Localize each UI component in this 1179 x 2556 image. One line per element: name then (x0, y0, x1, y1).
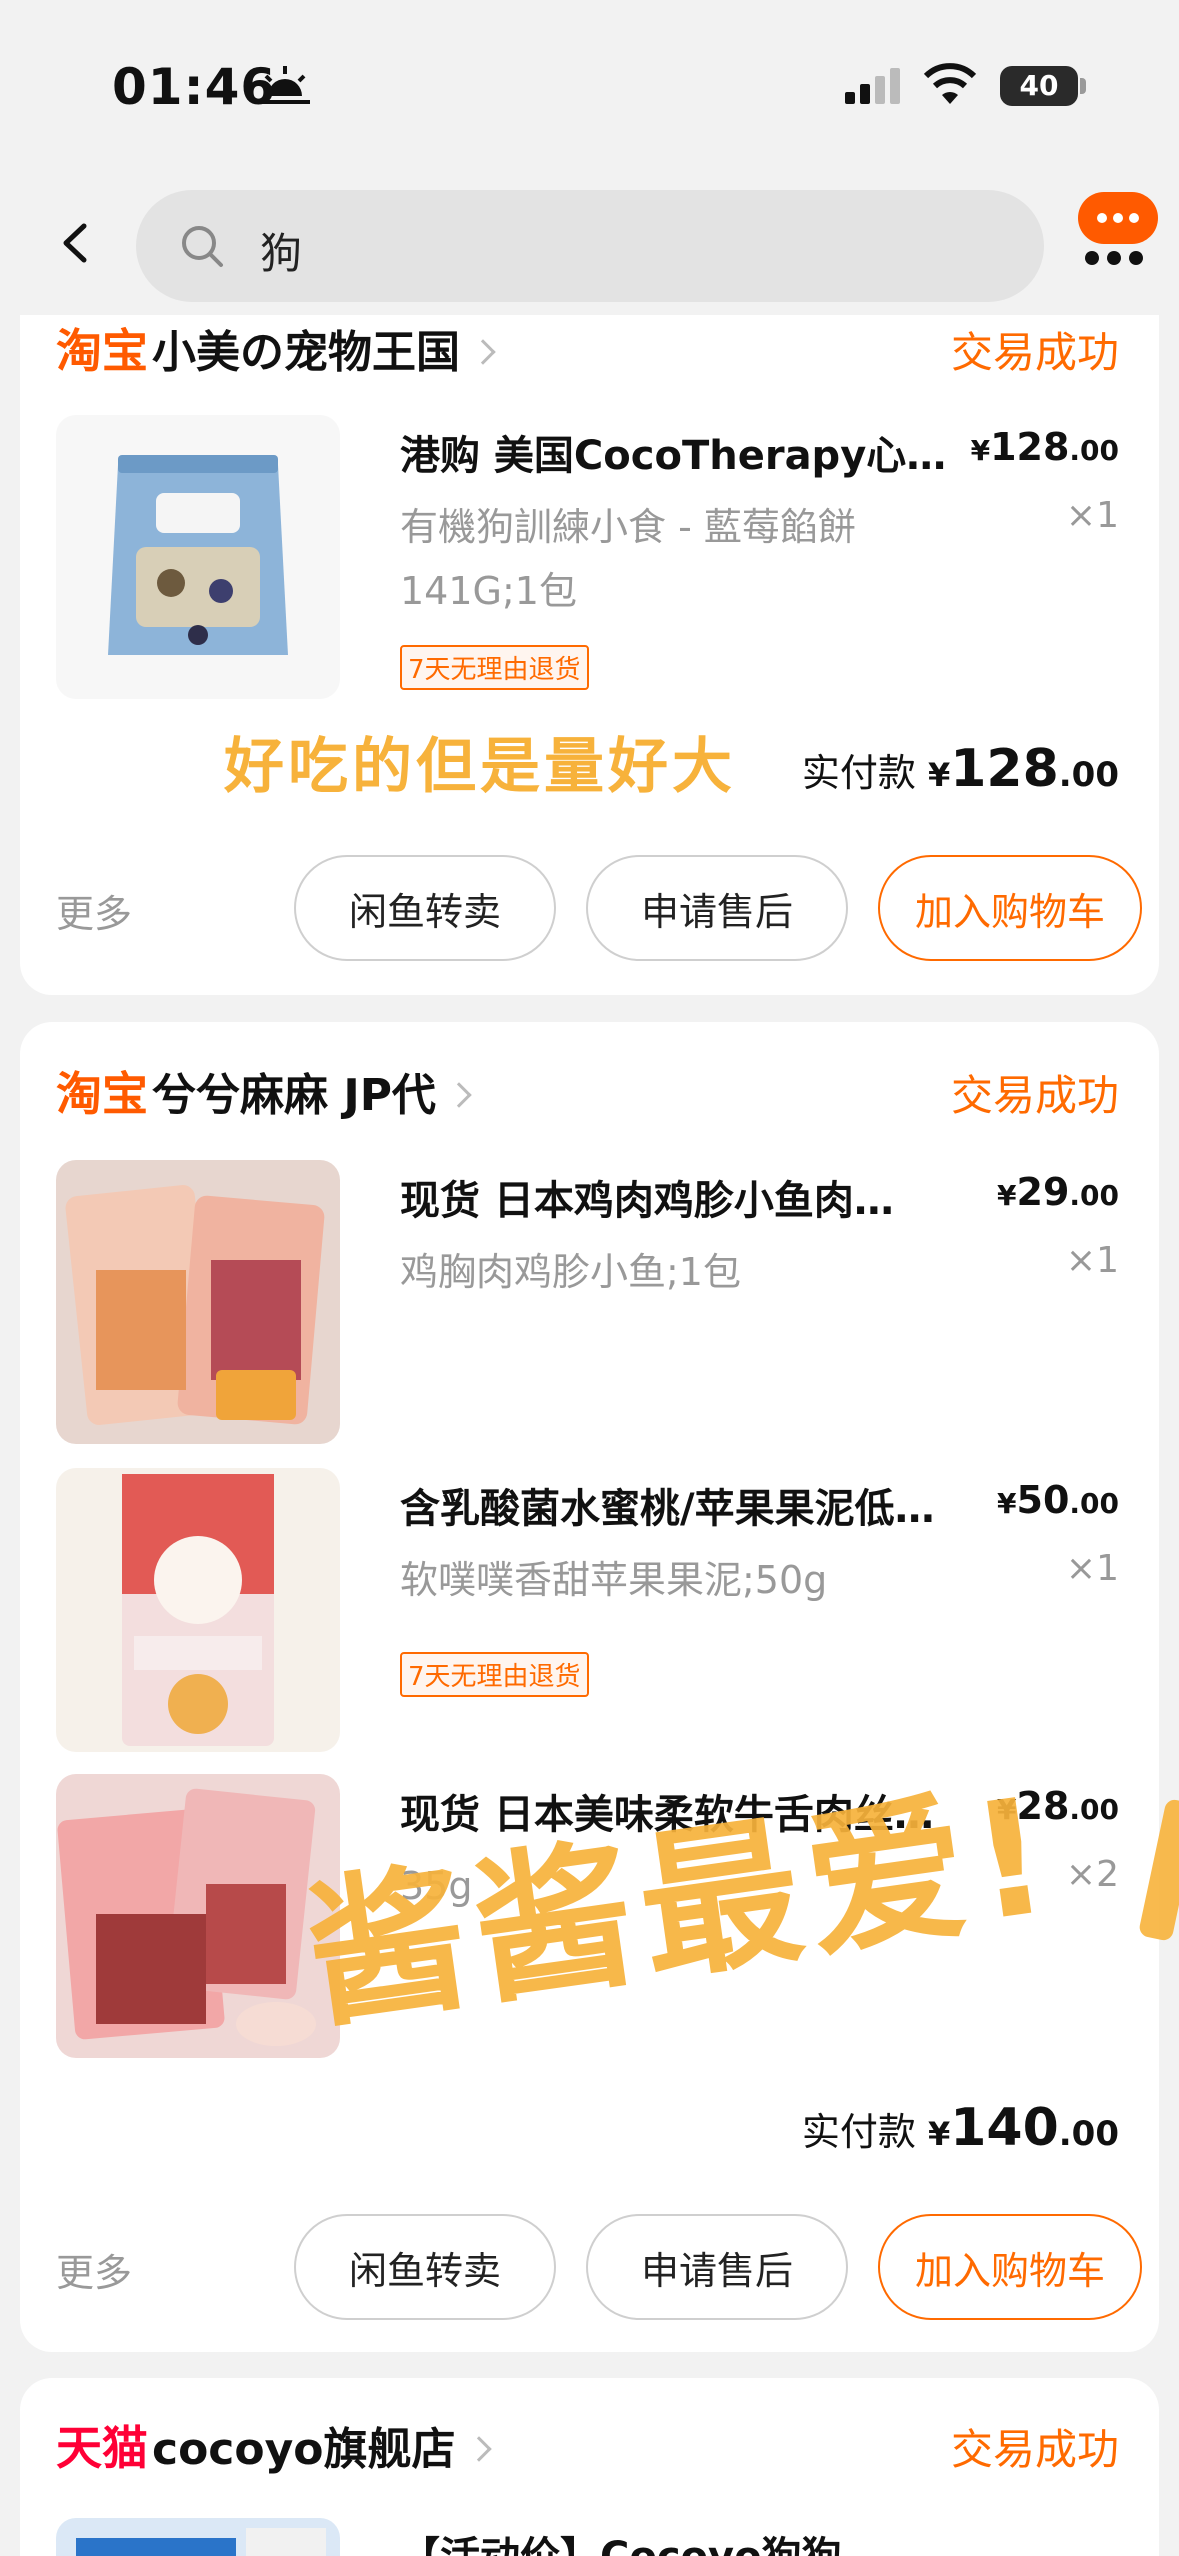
product-image (56, 1774, 340, 2058)
order-status: 交易成功 (950, 1071, 1119, 1120)
product-image (56, 415, 340, 699)
product-title: 【活动价】Cocoyo狗狗尿垫 (400, 2524, 920, 2556)
currency-symbol: ¥ (927, 2115, 951, 2153)
back-arrow-icon[interactable] (52, 218, 102, 268)
order-status: 交易成功 (950, 328, 1119, 377)
price-decimal: .00 (1069, 1179, 1119, 1212)
order-item[interactable]: 【活动价】Cocoyo狗狗尿垫 (56, 2518, 1119, 2556)
order-item[interactable]: 现货 日本鸡肉鸡胗小鱼肉… 鸡胸肉鸡胗小鱼;1包 ¥29.00 ×1 (56, 1160, 1119, 1444)
top-nav-bar: 狗 (0, 170, 1179, 315)
product-title: 含乳酸菌水蜜桃/苹果果泥低… (400, 1486, 935, 1532)
paid-decimal: .00 (1058, 755, 1119, 795)
product-quantity: ×1 (1065, 1548, 1119, 1589)
platform-label: 天猫 (56, 2421, 148, 2475)
chevron-right-icon (470, 339, 496, 365)
price-integer: 128 (990, 425, 1070, 469)
battery-indicator: 40 (1000, 66, 1078, 106)
after-sale-button[interactable]: 申请售后 (586, 855, 848, 961)
product-title: 现货 日本鸡肉鸡胗小鱼肉… (400, 1178, 894, 1224)
paid-decimal: .00 (1058, 2114, 1119, 2154)
more-link[interactable]: 更多 (56, 2242, 132, 2297)
platform-label: 淘宝 (56, 324, 148, 378)
paid-label: 实付款 (801, 2110, 916, 2154)
product-sku: 软噗噗香甜苹果果泥;50g (400, 1558, 828, 1602)
add-to-cart-button[interactable]: 加入购物车 (878, 2214, 1142, 2320)
currency-symbol: ¥ (927, 756, 951, 794)
product-quantity: ×1 (1065, 495, 1119, 536)
sunrise-icon (260, 66, 310, 104)
order-card: 淘宝小美の宠物王国 交易成功 港购 美国CocoTherapy心… 有機狗訓練小… (20, 315, 1159, 995)
price-decimal: .00 (1069, 1487, 1119, 1520)
currency-symbol: ¥ (997, 1179, 1017, 1212)
product-title: 港购 美国CocoTherapy心… (400, 433, 947, 479)
more-link[interactable]: 更多 (56, 883, 132, 938)
resell-button[interactable]: 闲鱼转卖 (294, 2214, 556, 2320)
order-card: 天猫cocoyo旗舰店 交易成功 【活动价】Cocoyo狗狗尿垫 (20, 2378, 1159, 2556)
after-sale-button[interactable]: 申请售后 (586, 2214, 848, 2320)
currency-symbol: ¥ (970, 434, 991, 467)
product-quantity: ×1 (1065, 1240, 1119, 1281)
shop-name: cocoyo旗舰店 (152, 2424, 456, 2475)
order-card: 淘宝兮兮麻麻 JP代 交易成功 现货 日本鸡肉鸡胗小鱼肉… 鸡胸肉鸡胗小鱼;1包… (20, 1022, 1159, 2352)
price-decimal: .00 (1069, 1793, 1119, 1826)
paid-integer: 128 (950, 739, 1059, 799)
status-time: 01:46 (112, 58, 277, 116)
shop-name: 小美の宠物王国 (152, 327, 460, 378)
return-policy-tag: 7天无理由退货 (400, 645, 589, 690)
wifi-icon (923, 63, 977, 104)
currency-symbol: ¥ (997, 1487, 1017, 1520)
platform-label: 淘宝 (56, 1067, 148, 1121)
order-item[interactable]: 港购 美国CocoTherapy心… 有機狗訓練小食 - 藍莓餡餅 141G;1… (56, 415, 1119, 705)
product-price: ¥128.00 (971, 425, 1119, 469)
price-integer: 50 (1016, 1478, 1070, 1522)
order-header[interactable]: 淘宝小美の宠物王国 交易成功 (56, 315, 1119, 385)
price-integer: 29 (1016, 1170, 1070, 1214)
chevron-right-icon (446, 1082, 472, 1108)
overlay-note: 好吃的但是量好大 (224, 732, 736, 802)
order-header[interactable]: 天猫cocoyo旗舰店 交易成功 (56, 2412, 1119, 2482)
product-price: ¥50.00 (997, 1478, 1119, 1522)
product-image (56, 1468, 340, 1752)
order-actions: 更多 闲鱼转卖 申请售后 加入购物车 (56, 855, 1142, 961)
shop-name: 兮兮麻麻 JP代 (152, 1070, 436, 1121)
add-to-cart-button[interactable]: 加入购物车 (878, 855, 1142, 961)
more-menu-icon[interactable] (1070, 180, 1162, 300)
paid-integer: 140 (950, 2098, 1059, 2158)
order-item[interactable]: 含乳酸菌水蜜桃/苹果果泥低… 软噗噗香甜苹果果泥;50g ¥50.00 ×1 7… (56, 1468, 1119, 1752)
battery-tip (1080, 78, 1086, 94)
order-status: 交易成功 (950, 2425, 1119, 2474)
chevron-right-icon (465, 2436, 492, 2462)
status-bar: 01:46 40 (0, 0, 1179, 170)
product-image (56, 2518, 340, 2556)
search-bar[interactable]: 狗 (136, 190, 1044, 302)
price-decimal: .00 (1069, 434, 1119, 467)
paid-amount: 实付款 ¥128.00 (802, 739, 1119, 799)
product-image (56, 1160, 340, 1444)
paid-amount: 实付款 ¥140.00 (802, 2098, 1119, 2158)
cellular-signal-icon (845, 68, 900, 104)
product-price: ¥29.00 (997, 1170, 1119, 1214)
product-sku: 有機狗訓練小食 - 藍莓餡餅 141G;1包 (400, 505, 856, 613)
resell-button[interactable]: 闲鱼转卖 (294, 855, 556, 961)
order-header[interactable]: 淘宝兮兮麻麻 JP代 交易成功 (56, 1058, 1119, 1128)
product-quantity: ×2 (1065, 1854, 1119, 1895)
search-icon (182, 226, 223, 267)
product-sku: 鸡胸肉鸡胗小鱼;1包 (400, 1250, 741, 1294)
order-actions: 更多 闲鱼转卖 申请售后 加入购物车 (56, 2214, 1142, 2320)
search-query: 狗 (260, 229, 303, 278)
return-policy-tag: 7天无理由退货 (400, 1652, 589, 1697)
paid-label: 实付款 (801, 751, 916, 795)
